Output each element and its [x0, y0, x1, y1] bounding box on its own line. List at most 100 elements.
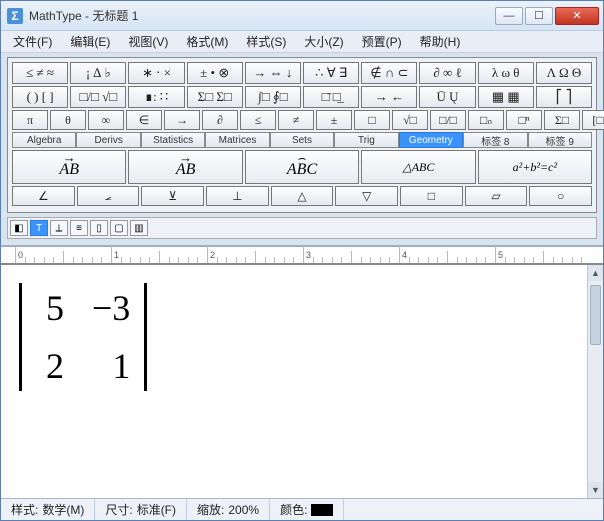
menu-2[interactable]: 视图(V)	[120, 31, 176, 52]
menu-6[interactable]: 预置(P)	[354, 31, 410, 52]
row1-btn-9[interactable]: Λ Ω Θ	[536, 62, 592, 84]
status-size[interactable]: 尺寸: 标准(F)	[95, 499, 187, 520]
menu-7[interactable]: 帮助(H)	[412, 31, 469, 52]
row3-btn-12[interactable]: □ₙ	[468, 110, 504, 130]
row3-btn-11[interactable]: □/□	[430, 110, 466, 130]
minitool-0[interactable]: ◧	[10, 220, 28, 236]
smallrow-btn-3[interactable]: ⊥	[206, 186, 269, 206]
smallrow-btn-4[interactable]: △	[271, 186, 334, 206]
row3-btn-10[interactable]: √□	[392, 110, 428, 130]
tab-matrices[interactable]: Matrices	[205, 132, 269, 148]
row2-btn-5[interactable]: □̄ □̲	[303, 86, 359, 108]
app-icon: Σ	[7, 8, 23, 24]
row1-btn-6[interactable]: ∉ ∩ ⊂	[361, 62, 417, 84]
row1-btn-0[interactable]: ≤ ≠ ≈	[12, 62, 68, 84]
status-color[interactable]: 颜色:	[270, 499, 344, 520]
close-button[interactable]: ✕	[555, 7, 599, 25]
row1-btn-4[interactable]: → ⇔ ↓	[245, 62, 301, 84]
row1-btn-3[interactable]: ± • ⊗	[187, 62, 243, 84]
minitool-1[interactable]: T	[30, 220, 48, 236]
row1-btn-1[interactable]: ¡ ∆ ♭	[70, 62, 126, 84]
row3-btn-7[interactable]: ≠	[278, 110, 314, 130]
cell-0-1[interactable]: −3	[92, 287, 130, 329]
row2-btn-4[interactable]: ∫□ ∮□	[245, 86, 301, 108]
smallrow-btn-6[interactable]: □	[400, 186, 463, 206]
app-window: Σ MathType - 无标题 1 — ☐ ✕ 文件(F)编辑(E)视图(V)…	[0, 0, 604, 521]
row1-btn-8[interactable]: λ ω θ	[478, 62, 534, 84]
row2-btn-7[interactable]: Ū Ų	[419, 86, 475, 108]
tab-标签 8[interactable]: 标签 8	[463, 132, 527, 148]
row2-btn-0[interactable]: ( ) [ ]	[12, 86, 68, 108]
smallrow-btn-1[interactable]: ⦟	[77, 186, 140, 206]
template-btn-3[interactable]: △ABC	[361, 150, 475, 184]
tab-标签 9[interactable]: 标签 9	[528, 132, 592, 148]
row3-btn-6[interactable]: ≤	[240, 110, 276, 130]
tab-trig[interactable]: Trig	[334, 132, 398, 148]
minitool-3[interactable]: ≡	[70, 220, 88, 236]
row3-btn-14[interactable]: Σ□	[544, 110, 580, 130]
row3-btn-3[interactable]: ∈	[126, 110, 162, 130]
minitool-6[interactable]: ▥	[130, 220, 148, 236]
determinant[interactable]: 5 −3 2 1	[19, 283, 147, 391]
row1-btn-7[interactable]: ∂ ∞ ℓ	[419, 62, 475, 84]
maximize-button[interactable]: ☐	[525, 7, 553, 25]
minimize-button[interactable]: —	[495, 7, 523, 25]
row2-btn-3[interactable]: Σ□ Σ□	[187, 86, 243, 108]
minitool-5[interactable]: ▢	[110, 220, 128, 236]
cell-1-0[interactable]: 2	[36, 345, 64, 387]
row3-btn-15[interactable]: [□]	[582, 110, 604, 130]
row3-btn-2[interactable]: ∞	[88, 110, 124, 130]
tab-derivs[interactable]: Derivs	[76, 132, 140, 148]
template-btn-1[interactable]: →AB	[128, 150, 242, 184]
row3-btn-9[interactable]: □	[354, 110, 390, 130]
status-style[interactable]: 样式: 数学(M)	[1, 499, 95, 520]
smallrow-btn-2[interactable]: ⊻	[141, 186, 204, 206]
window-controls: — ☐ ✕	[495, 7, 599, 25]
minitool-2[interactable]: ⟂	[50, 220, 68, 236]
cell-0-0[interactable]: 5	[36, 287, 64, 329]
template-btn-4[interactable]: a²+b²=c²	[478, 150, 592, 184]
status-zoom[interactable]: 缩放: 200%	[187, 499, 270, 520]
tab-statistics[interactable]: Statistics	[141, 132, 205, 148]
smallrow-btn-8[interactable]: ○	[529, 186, 592, 206]
smallrow-btn-0[interactable]: ∠	[12, 186, 75, 206]
row3-btn-5[interactable]: ∂	[202, 110, 238, 130]
row3-btn-0[interactable]: π	[12, 110, 48, 130]
row2-btn-8[interactable]: ▦ ▦	[478, 86, 534, 108]
menu-4[interactable]: 样式(S)	[238, 31, 294, 52]
row2-btn-2[interactable]: ∎: ∷	[128, 86, 184, 108]
row3-btn-1[interactable]: θ	[50, 110, 86, 130]
template-btn-0[interactable]: →AB	[12, 150, 126, 184]
menu-3[interactable]: 格式(M)	[178, 31, 236, 52]
tab-geometry[interactable]: Geometry	[399, 132, 463, 148]
scroll-down-icon[interactable]: ▼	[588, 482, 603, 498]
vertical-scrollbar[interactable]: ▲ ▼	[587, 265, 603, 498]
row2-btn-6[interactable]: → ←	[361, 86, 417, 108]
symbol-palette-panel: ≤ ≠ ≈¡ ∆ ♭∗ ⋅ ×± • ⊗→ ⇔ ↓∴ ∀ ∃∉ ∩ ⊂∂ ∞ ℓ…	[7, 57, 597, 213]
template-btn-2[interactable]: ⌢ABC	[245, 150, 359, 184]
row3-btn-4[interactable]: →	[164, 110, 200, 130]
smallrow-btn-5[interactable]: ▽	[335, 186, 398, 206]
row3-btn-13[interactable]: □ⁿ	[506, 110, 542, 130]
smallrow-btn-7[interactable]: ▱	[465, 186, 528, 206]
window-title: MathType - 无标题 1	[29, 7, 495, 24]
tab-sets[interactable]: Sets	[270, 132, 334, 148]
row1-btn-5[interactable]: ∴ ∀ ∃	[303, 62, 359, 84]
color-swatch-icon	[311, 504, 333, 516]
row2-btn-1[interactable]: □/□ √□	[70, 86, 126, 108]
row3-btn-8[interactable]: ±	[316, 110, 352, 130]
menu-5[interactable]: 大小(Z)	[296, 31, 351, 52]
menu-0[interactable]: 文件(F)	[5, 31, 60, 52]
category-tabs: AlgebraDerivsStatisticsMatricesSetsTrigG…	[12, 132, 592, 148]
scroll-thumb[interactable]	[590, 285, 601, 345]
tab-algebra[interactable]: Algebra	[12, 132, 76, 148]
row1-btn-2[interactable]: ∗ ⋅ ×	[128, 62, 184, 84]
ruler-mark-5: 5	[498, 250, 503, 260]
mini-toolbar: ◧T⟂≡▯▢▥	[7, 217, 597, 239]
cell-1-1[interactable]: 1	[92, 345, 130, 387]
equation-editor[interactable]: 5 −3 2 1 ▲ ▼	[1, 264, 603, 498]
minitool-4[interactable]: ▯	[90, 220, 108, 236]
scroll-up-icon[interactable]: ▲	[588, 265, 603, 281]
menu-1[interactable]: 编辑(E)	[62, 31, 118, 52]
row2-btn-9[interactable]: ⎡ ⎤	[536, 86, 592, 108]
